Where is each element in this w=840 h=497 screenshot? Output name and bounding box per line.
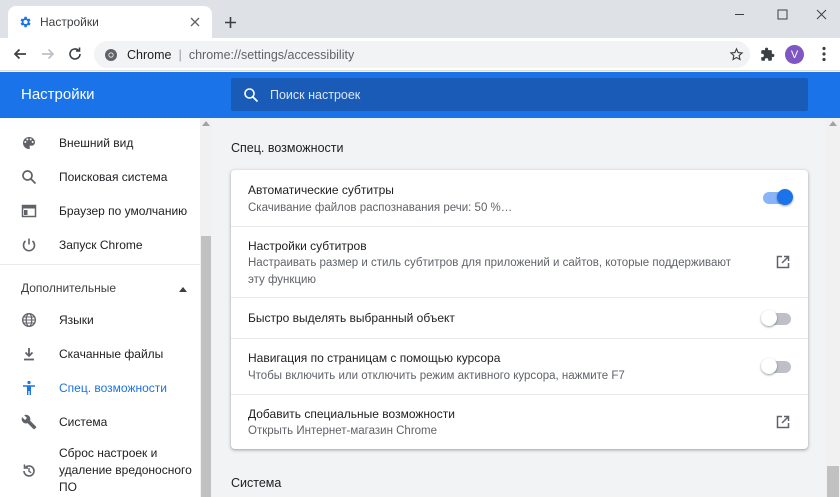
toggle-knob <box>777 189 793 205</box>
minimize-button[interactable] <box>716 0 762 28</box>
accessibility-icon <box>21 380 37 396</box>
accessibility-card: Автоматические субтитры Скачивание файло… <box>231 170 808 449</box>
tab-settings[interactable]: Настройки <box>8 6 212 38</box>
sidebar-item-system[interactable]: Система <box>0 405 200 439</box>
tab-title: Настройки <box>40 15 99 29</box>
palette-icon <box>21 135 37 151</box>
sidebar-item-downloads[interactable]: Скачанные файлы <box>0 337 200 371</box>
omnibox-url[interactable]: chrome://settings/accessibility <box>189 48 724 62</box>
live-caption-toggle[interactable] <box>763 189 793 205</box>
sidebar-section-label: Дополнительные <box>21 281 116 295</box>
maximize-button[interactable] <box>759 0 805 28</box>
chrome-logo-icon <box>104 48 118 62</box>
back-button[interactable] <box>8 42 32 66</box>
main-scrollbar-thumb[interactable] <box>827 466 839 497</box>
open-external-icon[interactable] <box>774 253 792 271</box>
new-tab-button[interactable] <box>220 12 240 32</box>
scroll-up-arrow-icon[interactable] <box>829 121 837 126</box>
sidebar-item-label: Скачанные файлы <box>59 346 164 361</box>
sidebar-item-reset[interactable]: Сброс настроек и удаление вредоносного П… <box>0 445 200 497</box>
sidebar-item-label: Запуск Chrome <box>59 237 143 252</box>
power-icon <box>21 237 37 253</box>
row-label: Навигация по страницам с помощью курсора <box>248 351 501 365</box>
browser-icon <box>21 203 37 219</box>
tab-strip: Настройки <box>0 0 840 38</box>
row-label: Настройки субтитров <box>248 239 367 253</box>
menu-kebab-icon[interactable] <box>812 42 836 66</box>
main-scrollbar[interactable] <box>826 118 840 497</box>
address-bar[interactable]: Chrome | chrome://settings/accessibility <box>94 41 750 68</box>
row-focus-highlight[interactable]: Быстро выделять выбранный объект <box>231 297 808 338</box>
row-caret-browsing[interactable]: Навигация по страницам с помощью курсора… <box>231 338 808 394</box>
wrench-icon <box>21 414 37 430</box>
settings-gear-icon <box>18 15 32 29</box>
open-external-icon[interactable] <box>774 413 792 431</box>
sidebar-item-on-startup[interactable]: Запуск Chrome <box>0 228 200 262</box>
row-sublabel: Открыть Интернет-магазин Chrome <box>248 425 438 437</box>
search-icon <box>243 87 259 103</box>
sidebar-item-label: Сброс настроек и удаление вредоносного П… <box>59 446 192 494</box>
search-icon <box>21 169 37 185</box>
sidebar-item-label: Система <box>59 414 108 429</box>
sidebar-item-label: Спец. возможности <box>59 380 167 395</box>
extensions-puzzle-icon[interactable] <box>755 42 779 66</box>
sidebar-divider <box>0 264 200 265</box>
row-sublabel: Чтобы включить или отключить режим актив… <box>248 370 625 382</box>
caret-browsing-toggle[interactable] <box>761 358 791 374</box>
omnibox-brand: Chrome <box>127 47 172 62</box>
row-label: Автоматические субтитры <box>248 183 394 197</box>
row-label: Добавить специальные возможности <box>248 407 455 421</box>
reload-button[interactable] <box>63 42 87 66</box>
sidebar-item-label: Поисковая система <box>59 169 168 184</box>
browser-toolbar: Chrome | chrome://settings/accessibility… <box>0 38 840 71</box>
caret-up-icon <box>179 281 187 295</box>
omnibox-separator: | <box>178 47 182 62</box>
sidebar-item-label: Языки <box>59 312 94 327</box>
sidebar-item-default-browser[interactable]: Браузер по умолчанию <box>0 194 200 228</box>
forward-button[interactable] <box>36 42 60 66</box>
row-live-caption[interactable]: Автоматические субтитры Скачивание файло… <box>231 170 808 226</box>
settings-main: Спец. возможности Автоматические субтитр… <box>212 118 840 497</box>
close-window-button[interactable] <box>802 0 840 28</box>
globe-icon <box>21 312 37 328</box>
reset-icon <box>21 463 37 479</box>
toggle-knob <box>761 358 777 374</box>
sidebar-item-languages[interactable]: Языки <box>0 303 200 337</box>
scroll-up-arrow-icon[interactable] <box>202 121 210 126</box>
focus-highlight-toggle[interactable] <box>761 310 791 326</box>
sidebar-item-label: Внешний вид <box>59 135 134 150</box>
row-label: Быстро выделять выбранный объект <box>248 311 455 325</box>
sidebar-item-label: Браузер по умолчанию <box>59 203 188 218</box>
search-input[interactable] <box>270 87 808 102</box>
settings-header: Настройки <box>0 72 840 118</box>
sidebar-item-appearance[interactable]: Внешний вид <box>0 126 200 160</box>
bookmark-star-icon[interactable] <box>724 43 748 67</box>
toggle-knob <box>761 310 777 326</box>
sidebar-item-search-engine[interactable]: Поисковая система <box>0 160 200 194</box>
sidebar-scrollbar-thumb[interactable] <box>201 236 211 497</box>
row-add-accessibility-features[interactable]: Добавить специальные возможности Открыть… <box>231 394 808 449</box>
row-sublabel: Настраивать размер и стиль субтитров для… <box>248 257 732 286</box>
row-sublabel: Скачивание файлов распознавания речи: 50… <box>248 202 513 214</box>
profile-avatar[interactable]: V <box>785 45 804 64</box>
sidebar-advanced-toggle[interactable]: Дополнительные <box>21 278 187 298</box>
sidebar-item-accessibility[interactable]: Спец. возможности <box>0 371 200 405</box>
section-title: Спец. возможности <box>231 141 344 155</box>
settings-sidebar: Внешний вид Поисковая система Браузер по… <box>0 118 212 497</box>
page-title: Настройки <box>21 86 95 103</box>
section-title-system: Система <box>231 476 282 490</box>
settings-search-box[interactable] <box>231 78 808 111</box>
tab-close-icon[interactable] <box>188 15 202 29</box>
download-icon <box>21 346 37 362</box>
row-caption-settings[interactable]: Настройки субтитров Настраивать размер и… <box>231 226 808 297</box>
